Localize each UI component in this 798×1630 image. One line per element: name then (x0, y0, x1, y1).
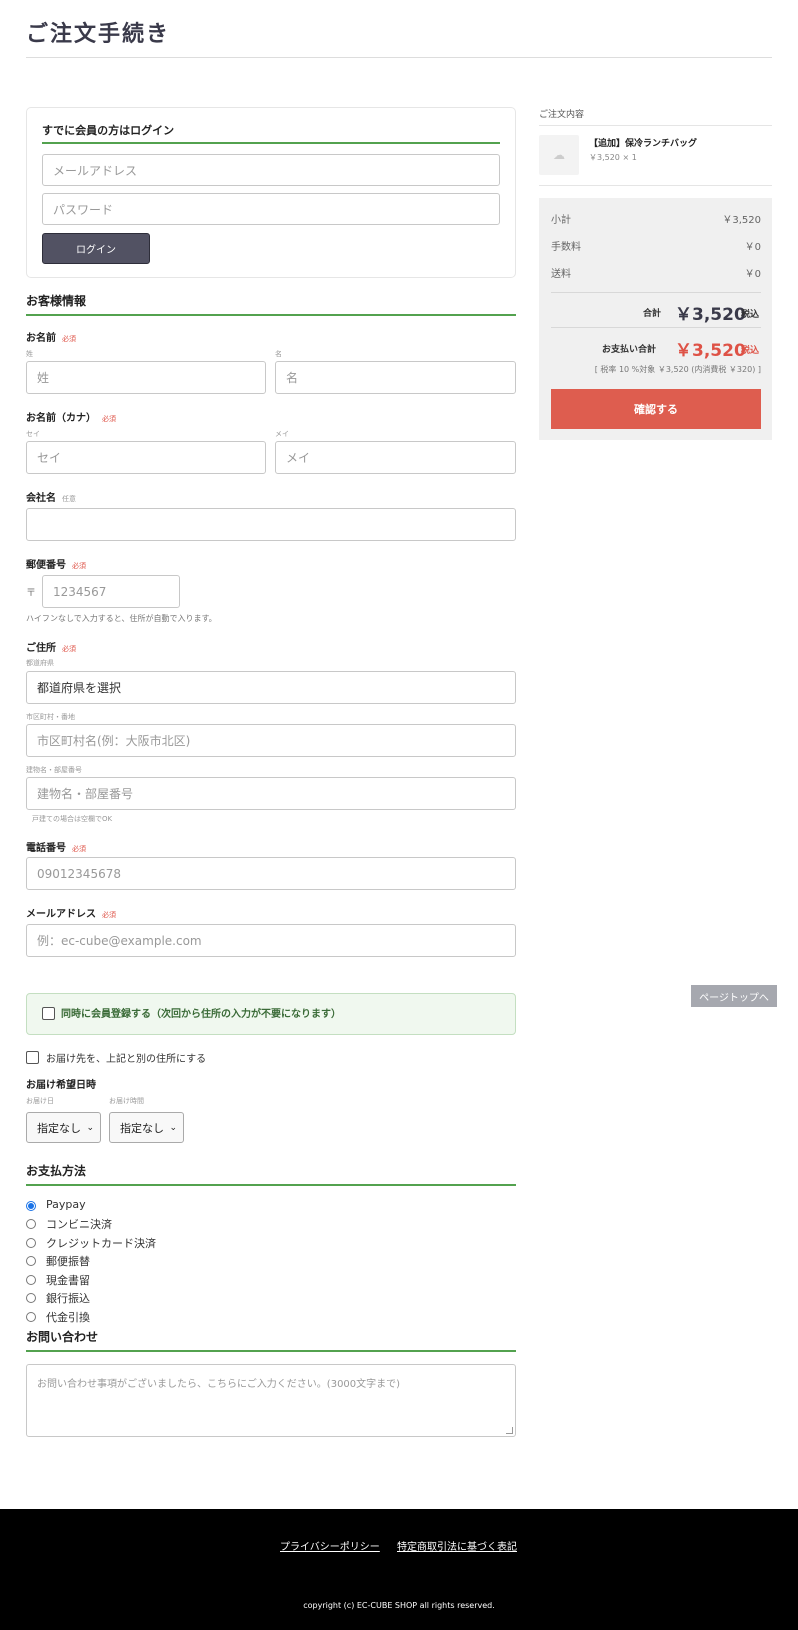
payment-option-label[interactable]: 銀行振込 (46, 1290, 90, 1306)
last-name-input[interactable]: 姓 (26, 361, 266, 394)
postal-code-input[interactable]: 1234567 (42, 575, 180, 608)
phone-label: 電話番号 必須 (26, 843, 86, 854)
chevron-down-icon: ⌄ (86, 1122, 94, 1133)
tax-note: [ 税率 10 %対象 ￥3,520 (内消費税 ￥320) ] (594, 365, 761, 374)
required-badge: 必須 (62, 645, 76, 653)
first-kana-sublabel: メイ (275, 430, 289, 438)
payment-radio-convenience[interactable] (26, 1219, 36, 1229)
resize-handle-icon[interactable] (506, 1427, 513, 1434)
commercial-law-link[interactable]: 特定商取引法に基づく表記 (397, 1538, 517, 1553)
city-sublabel: 市区町村・番地 (26, 713, 75, 721)
chevron-down-icon: ⌄ (169, 1122, 177, 1133)
payment-tax-label: 税込 (741, 346, 760, 356)
payment-radio-postal-transfer[interactable] (26, 1256, 36, 1266)
last-kana-input[interactable]: セイ (26, 441, 266, 474)
payment-option-label[interactable]: Paypay (46, 1198, 86, 1211)
required-badge: 必須 (72, 562, 86, 570)
prefecture-sublabel: 都道府県 (26, 659, 54, 667)
payment-radio-cod[interactable] (26, 1312, 36, 1322)
first-name-sublabel: 名 (275, 350, 282, 358)
member-register-label[interactable]: 同時に会員登録する（次回から住所の入力が不要になります） (61, 1005, 341, 1020)
required-badge: 必須 (102, 911, 116, 919)
payment-total-value: ￥3,520 (675, 341, 746, 361)
page-header: ご注文手続き (26, 20, 772, 58)
login-button[interactable]: ログイン (42, 233, 150, 264)
building-input[interactable]: 建物名・部屋番号 (26, 777, 516, 810)
inquiry-section-title: お問い合わせ (26, 1328, 516, 1352)
delivery-time-select[interactable]: 指定なし ⌄ (109, 1112, 184, 1143)
address-label: ご住所 必須 (26, 643, 76, 654)
order-summary-title: ご注文内容 (539, 110, 585, 120)
confirm-button[interactable]: 確認する (551, 389, 761, 429)
phone-input[interactable]: 09012345678 (26, 857, 516, 890)
total-value: ￥3,520 (675, 305, 746, 325)
building-sublabel: 建物名・部屋番号 (26, 766, 82, 774)
first-kana-input[interactable]: メイ (275, 441, 516, 474)
name-label: お名前 必須 (26, 333, 76, 344)
login-password-input[interactable]: パスワード (42, 193, 500, 225)
total-tax-label: 税込 (741, 310, 760, 320)
company-label: 会社名 任意 (26, 493, 76, 504)
prefecture-select[interactable]: 都道府県を選択 (26, 671, 516, 704)
privacy-policy-link[interactable]: プライバシーポリシー (280, 1538, 380, 1553)
postal-mark: 〒 (26, 588, 36, 599)
payment-radio-registered-mail[interactable] (26, 1275, 36, 1285)
payment-total-label: お支払い合計 (602, 345, 657, 355)
payment-option-label[interactable]: 代金引換 (46, 1309, 90, 1325)
postal-hint: ハイフンなしで入力すると、住所が自動で入ります。 (26, 614, 217, 623)
payment-option-label[interactable]: 現金書留 (46, 1272, 90, 1288)
inquiry-textarea[interactable]: お問い合わせ事項がございましたら、こちらにご入力ください。(3000文字まで) (26, 1364, 516, 1437)
divider (551, 292, 761, 293)
email-input[interactable]: 例：ec-cube@example.com (26, 924, 516, 957)
divider (539, 185, 772, 186)
payment-radio-bank[interactable] (26, 1293, 36, 1303)
payment-radio-credit[interactable] (26, 1238, 36, 1248)
divider (539, 125, 772, 126)
building-hint: 戸建ての場合は空欄でOK (32, 815, 113, 823)
customer-section-title: お客様情報 (26, 292, 516, 316)
footer (0, 1509, 798, 1630)
payment-option-label[interactable]: クレジットカード決済 (46, 1235, 156, 1251)
payment-radio-paypay[interactable] (26, 1201, 36, 1211)
separate-shipping-checkbox[interactable] (26, 1051, 39, 1064)
login-title: すでに会員の方はログイン (42, 122, 500, 144)
image-placeholder-icon: ☁ (553, 148, 565, 162)
divider (551, 327, 761, 328)
product-price: ￥3,520 × 1 (589, 153, 637, 162)
shipping-row: 送料 ￥0 (551, 269, 761, 280)
required-badge: 必須 (72, 845, 86, 853)
first-name-input[interactable]: 名 (275, 361, 516, 394)
separate-shipping-label[interactable]: お届け先を、上記と別の住所にする (46, 1050, 206, 1065)
city-input[interactable]: 市区町村名(例：大阪市北区) (26, 724, 516, 757)
postal-label: 郵便番号 必須 (26, 560, 86, 571)
payment-section-title: お支払方法 (26, 1162, 516, 1186)
kana-label: お名前（カナ） 必須 (26, 413, 116, 424)
payment-option-label[interactable]: 郵便振替 (46, 1253, 90, 1269)
member-register-checkbox[interactable] (42, 1007, 55, 1020)
fee-row: 手数料 ￥0 (551, 242, 761, 253)
delivery-date-select[interactable]: 指定なし ⌄ (26, 1112, 101, 1143)
delivery-time-label: お届け時間 (109, 1097, 144, 1105)
page-title: ご注文手続き (26, 22, 171, 47)
login-email-input[interactable]: メールアドレス (42, 154, 500, 186)
company-input[interactable] (26, 508, 516, 541)
product-thumbnail: ☁ (539, 135, 579, 175)
delivery-date-label: お届け日 (26, 1097, 54, 1105)
last-kana-sublabel: セイ (26, 430, 40, 438)
required-badge: 必須 (102, 415, 116, 423)
total-label: 合計 (643, 309, 662, 319)
required-badge: 必須 (62, 335, 76, 343)
optional-badge: 任意 (62, 495, 76, 503)
last-name-sublabel: 姓 (26, 350, 33, 358)
delivery-title: お届け希望日時 (26, 1080, 96, 1091)
copyright: copyright (c) EC-CUBE SHOP all rights re… (303, 1601, 495, 1610)
subtotal-row: 小計 ￥3,520 (551, 215, 761, 226)
product-name: 【追加】保冷ランチバッグ (589, 139, 698, 149)
payment-option-label[interactable]: コンビニ決済 (46, 1216, 112, 1232)
page-top-button[interactable]: ページトップへ (691, 985, 777, 1007)
email-label: メールアドレス 必須 (26, 909, 116, 920)
